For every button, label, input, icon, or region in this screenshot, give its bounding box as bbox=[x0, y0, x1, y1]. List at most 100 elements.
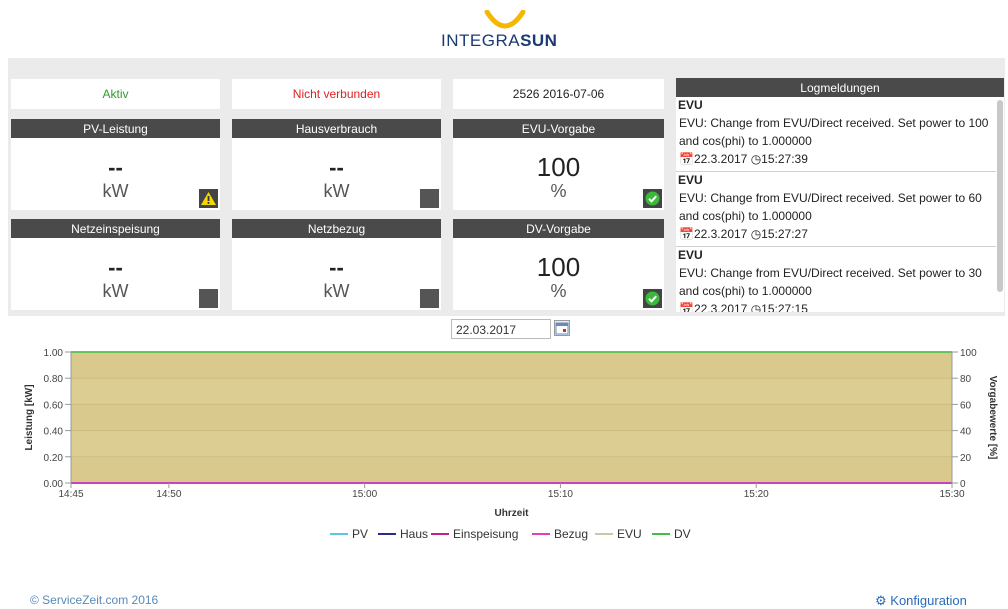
y2-tick-label: 40 bbox=[960, 427, 972, 438]
check-icon bbox=[643, 189, 662, 208]
panel-unit: kW bbox=[102, 281, 129, 301]
clock-icon: ◷ bbox=[750, 302, 762, 312]
logo-part2: SUN bbox=[520, 31, 558, 50]
chart-band bbox=[71, 378, 952, 405]
log-entry-time: 15:27:27 bbox=[761, 227, 808, 241]
y-tick-label: 0.60 bbox=[44, 400, 64, 411]
panel-title: DV-Vorgabe bbox=[453, 219, 664, 238]
y-axis-label: Leistung [kW] bbox=[24, 384, 35, 450]
log-entry-date: 22.3.2017 bbox=[693, 227, 748, 241]
clock-icon: ◷ bbox=[750, 227, 762, 241]
log-entry-time: 15:27:15 bbox=[761, 302, 808, 312]
panel-netzbezug: Netzbezug -- kW bbox=[232, 219, 441, 310]
log-entry-message: EVU: Change from EVU/Direct received. Se… bbox=[679, 191, 982, 223]
log-entry-time: 15:27:39 bbox=[761, 152, 808, 166]
legend-label-einspeisung: Einspeisung bbox=[453, 527, 518, 541]
panel-dv: DV-Vorgabe 100 % bbox=[453, 219, 664, 310]
logo-arc-icon bbox=[484, 10, 526, 29]
status-state: Aktiv bbox=[11, 79, 220, 109]
status-square-icon bbox=[420, 189, 439, 208]
x-tick-label: 15:10 bbox=[548, 489, 573, 500]
status-square-icon bbox=[420, 289, 439, 308]
x-tick-label: 15:00 bbox=[352, 489, 377, 500]
clock-icon: ◷ bbox=[750, 152, 762, 166]
legend-label-evu: EVU bbox=[617, 527, 642, 541]
log-entry-timestamp: 📅22.3.2017 ◷15:27:15 bbox=[678, 300, 994, 312]
dashboard: Aktiv Nicht verbunden 2526 2016-07-06 PV… bbox=[8, 58, 1005, 574]
panel-unit: % bbox=[550, 181, 567, 201]
y2-tick-label: 60 bbox=[960, 400, 972, 411]
panel-unit: kW bbox=[102, 181, 129, 201]
panel-unit: kW bbox=[323, 281, 350, 301]
power-chart: 0.000.200.400.600.801.0002040608010014:4… bbox=[24, 348, 998, 541]
y-tick-label: 0.40 bbox=[44, 427, 64, 438]
y2-tick-label: 100 bbox=[960, 348, 977, 359]
x-tick-label: 14:50 bbox=[156, 489, 181, 500]
status-state-text: Aktiv bbox=[102, 87, 129, 101]
log-entry-type: EVU bbox=[678, 98, 703, 112]
status-connection-text: Nicht verbunden bbox=[292, 87, 381, 101]
panel-evu: EVU-Vorgabe 100 % bbox=[453, 119, 664, 210]
y-tick-label: 1.00 bbox=[44, 348, 64, 359]
copyright: © ServiceZeit.com 2016 bbox=[30, 593, 159, 607]
chart-panel: 22.03.2017 0.00 0.20 0.40 0.60 0.80 1.00 0 20 40… bbox=[8, 316, 1005, 574]
status-id-date: 2526 2016-07-06 bbox=[453, 79, 664, 109]
panel-unit: % bbox=[550, 281, 567, 301]
legend-label-bezug: Bezug bbox=[554, 527, 588, 541]
panel-unit: kW bbox=[323, 181, 350, 201]
status-connection: Nicht verbunden bbox=[232, 79, 441, 109]
y-tick-label: 0.80 bbox=[44, 374, 64, 385]
status-id-date-text: 2526 2016-07-06 bbox=[512, 87, 605, 101]
legend-label-pv: PV bbox=[352, 527, 368, 541]
panel-haus: Hausverbrauch -- kW bbox=[232, 119, 441, 210]
log-scrollbar[interactable] bbox=[997, 100, 1003, 292]
x-tick-label: 14:45 bbox=[58, 489, 83, 500]
panel-value: 100 bbox=[536, 252, 581, 282]
calendar-icon: 📅 bbox=[679, 302, 694, 312]
legend-label-dv: DV bbox=[674, 527, 691, 541]
status-square-icon bbox=[199, 289, 218, 308]
log-entry: EVU EVU: Change from EVU/Direct received… bbox=[676, 247, 996, 312]
config-link-label: Konfiguration bbox=[890, 593, 967, 608]
log-list[interactable]: EVU EVU: Change from EVU/Direct received… bbox=[676, 97, 996, 312]
log-panel: Logmeldungen EVU EVU: Change from EVU/Di… bbox=[676, 78, 1004, 312]
panel-value: -- bbox=[108, 155, 123, 180]
warning-icon bbox=[199, 189, 218, 208]
chart-band bbox=[71, 352, 952, 379]
panel-value: -- bbox=[108, 255, 123, 280]
calendar-icon: 📅 bbox=[679, 152, 694, 166]
check-icon bbox=[643, 289, 662, 308]
x-tick-label: 15:20 bbox=[744, 489, 769, 500]
y2-axis-label: Vorgabewerte [%] bbox=[987, 376, 998, 460]
legend-label-haus: Haus bbox=[400, 527, 428, 541]
y2-tick-label: 80 bbox=[960, 374, 972, 385]
panel-pv: PV-Leistung -- kW bbox=[11, 119, 220, 210]
log-entry-timestamp: 📅22.3.2017 ◷15:27:27 bbox=[678, 225, 994, 243]
x-tick-label: 15:30 bbox=[939, 489, 964, 500]
log-entry-date: 22.3.2017 bbox=[693, 152, 748, 166]
header: INTEGRASUN bbox=[0, 0, 1008, 58]
log-title: Logmeldungen bbox=[676, 78, 1004, 97]
x-axis-label: Uhrzeit bbox=[495, 508, 530, 519]
log-entry: EVU EVU: Change from EVU/Direct received… bbox=[676, 97, 996, 172]
chart-band bbox=[71, 430, 952, 457]
panel-value: -- bbox=[329, 155, 344, 180]
chart-band bbox=[71, 404, 952, 431]
log-entry: EVU EVU: Change from EVU/Direct received… bbox=[676, 172, 996, 247]
chart-band bbox=[71, 456, 952, 483]
gear-icon: ⚙ bbox=[875, 593, 887, 608]
log-entry-message: EVU: Change from EVU/Direct received. Se… bbox=[679, 116, 989, 148]
panel-title: Netzbezug bbox=[232, 219, 441, 238]
panel-title: Netzeinspeisung bbox=[11, 219, 220, 238]
log-entry-message: EVU: Change from EVU/Direct received. Se… bbox=[679, 266, 982, 298]
logo: INTEGRASUN bbox=[441, 31, 557, 51]
logo-part1: INTEGRA bbox=[441, 31, 521, 50]
log-entry-type: EVU bbox=[678, 248, 703, 262]
log-entry-timestamp: 📅22.3.2017 ◷15:27:39 bbox=[678, 150, 994, 168]
panel-title: Hausverbrauch bbox=[232, 119, 441, 138]
panel-title: EVU-Vorgabe bbox=[453, 119, 664, 138]
panel-netzeinspeisung: Netzeinspeisung -- kW bbox=[11, 219, 220, 310]
log-entry-type: EVU bbox=[678, 173, 703, 187]
panel-title: PV-Leistung bbox=[11, 119, 220, 138]
y-tick-label: 0.20 bbox=[44, 453, 64, 464]
